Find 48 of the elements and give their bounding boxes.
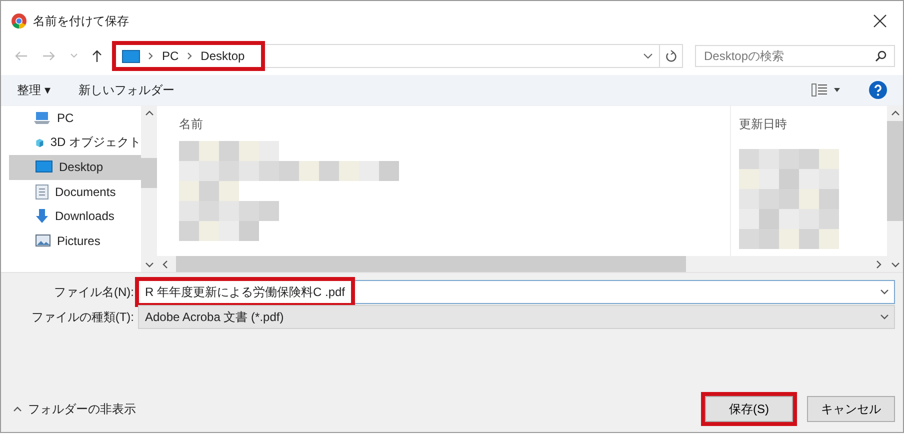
search-field[interactable]: Desktopの検索: [695, 45, 895, 67]
scrollbar-thumb[interactable]: [887, 121, 903, 221]
chevron-icon[interactable]: [148, 52, 154, 60]
sidebar-item[interactable]: PC: [9, 106, 141, 130]
column-header[interactable]: 名前: [179, 116, 708, 133]
browser-logo-icon: [11, 13, 27, 29]
sidebar-item[interactable]: Downloads: [9, 204, 141, 228]
new-folder-button[interactable]: 新しいフォルダー: [78, 82, 174, 98]
monitor-icon: [35, 160, 53, 174]
window-title: 名前を付けて保存: [33, 12, 130, 30]
column-header[interactable]: 更新日時: [739, 116, 879, 133]
monitor-icon: [122, 50, 140, 62]
dropdown-icon[interactable]: [880, 312, 889, 321]
document-icon: [35, 184, 49, 200]
scroll-up-icon[interactable]: [890, 109, 900, 118]
organize-menu[interactable]: 整理 ▾: [17, 82, 50, 98]
file-type-dropdown[interactable]: Adobe Acroba 文書 (*.pdf): [138, 305, 895, 329]
file-name-field[interactable]: R 年年度更新による労働保険料C .pdf: [138, 280, 895, 304]
computer-icon: [33, 111, 51, 126]
address-bar[interactable]: PC Desktop: [115, 44, 683, 68]
chevron-icon[interactable]: [186, 52, 193, 60]
scroll-right-icon[interactable]: [874, 260, 883, 268]
file-type-label: ファイルの種類(T):: [30, 308, 135, 326]
collapse-icon[interactable]: [13, 404, 22, 414]
sidebar-item[interactable]: 3D オブジェクト: [9, 130, 141, 155]
file-name-label: ファイル名(N):: [53, 284, 135, 300]
dialog-button[interactable]: キャンセル: [807, 396, 895, 422]
hide-folders-link[interactable]: フォルダーの非表示: [28, 400, 136, 418]
help-icon[interactable]: [869, 81, 887, 99]
refresh-icon[interactable]: [665, 50, 677, 62]
up-arrow-icon[interactable]: [92, 49, 102, 63]
scroll-down-icon[interactable]: [890, 260, 900, 269]
breadcrumb-item[interactable]: PC: [162, 49, 179, 63]
breadcrumb-item[interactable]: Desktop: [200, 49, 245, 63]
view-options-icon[interactable]: [811, 83, 841, 97]
scroll-up-icon[interactable]: [144, 109, 154, 118]
download-icon: [35, 208, 49, 224]
scrollbar-thumb[interactable]: [176, 256, 686, 272]
search-icon: [875, 50, 887, 62]
scrollbar-thumb[interactable]: [141, 158, 157, 188]
sidebar-item[interactable]: Documents: [9, 180, 141, 204]
sidebar-item[interactable]: Pictures: [9, 228, 141, 253]
dropdown-icon[interactable]: [880, 287, 889, 296]
scroll-down-icon[interactable]: [144, 260, 154, 269]
dropdown-icon[interactable]: [643, 52, 653, 60]
scroll-left-icon[interactable]: [161, 260, 170, 268]
picture-icon: [35, 234, 51, 248]
sidebar-item[interactable]: Desktop: [9, 155, 141, 180]
